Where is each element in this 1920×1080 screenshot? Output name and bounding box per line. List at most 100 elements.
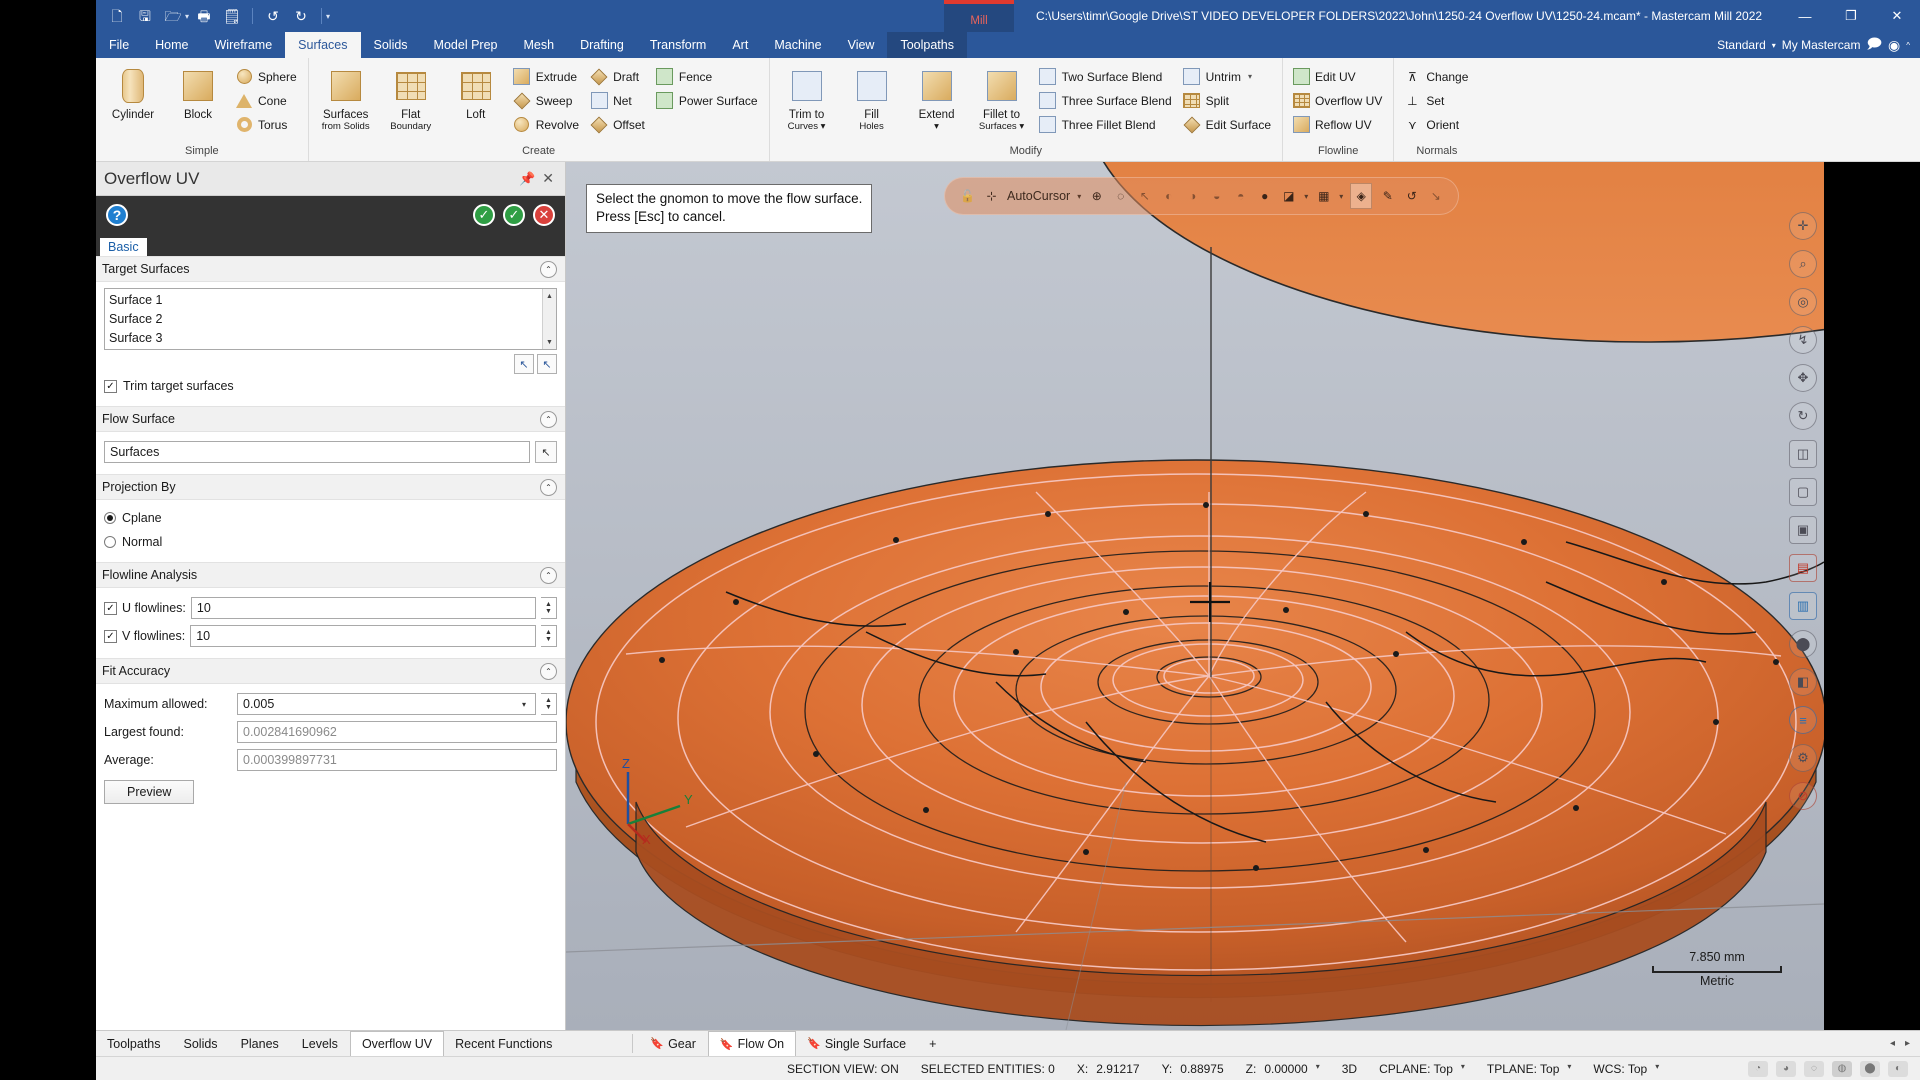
zoom-target-icon[interactable]: ◎ (1789, 288, 1817, 316)
fit-icon[interactable]: ✛ (1789, 212, 1817, 240)
apply-button[interactable]: ✓ (473, 204, 495, 226)
print-icon[interactable]: 🖶 (191, 4, 217, 28)
section-header-fit-accuracy[interactable]: Fit Accuracy ⌃ (96, 658, 565, 684)
isometric-icon[interactable]: ◫ (1789, 440, 1817, 468)
rotate-icon[interactable]: ↺ (1403, 188, 1420, 205)
list-item[interactable]: Surface 1 (109, 291, 556, 310)
chevron-up-icon-projection[interactable]: ⌃ (540, 478, 557, 496)
dynamic-rotate-icon[interactable]: ↻ (1789, 402, 1817, 430)
autocursor-dropdown-icon[interactable]: ▾ (1077, 192, 1081, 201)
normal-radio[interactable] (104, 536, 116, 548)
cone-button[interactable]: Cone (232, 89, 302, 112)
v-flowlines-input[interactable]: 10 (190, 625, 536, 647)
half-shaded-icon[interactable]: ◐ (1888, 1060, 1908, 1077)
edit-surface-button[interactable]: Edit Surface (1180, 113, 1276, 136)
extend-button[interactable]: Extend ▾ (906, 61, 968, 132)
reflow-uv-button[interactable]: Reflow UV (1289, 113, 1387, 136)
collapse-ribbon-icon[interactable]: ^ (1906, 41, 1910, 50)
cplane-status[interactable]: CPLANE: Top ▾ (1368, 1062, 1476, 1076)
intersection-icon[interactable]: ◑ (1184, 188, 1201, 205)
z-dropdown-icon[interactable]: ▾ (1316, 1062, 1320, 1076)
trim-target-surfaces-row[interactable]: ✓ Trim target surfaces (104, 374, 557, 398)
top-view-icon[interactable]: ▢ (1789, 478, 1817, 506)
tab-model-prep[interactable]: Model Prep (421, 32, 511, 58)
maximum-allowed-stepper[interactable]: ▲ ▼ (541, 693, 557, 715)
loft-button[interactable]: Loft (445, 61, 507, 122)
radio-row-cplane[interactable]: Cplane (104, 506, 557, 530)
pin-icon[interactable]: 📌 (512, 171, 542, 187)
set-normals-button[interactable]: ⊥ Set (1400, 89, 1473, 112)
tab-toolpaths[interactable]: Toolpaths (887, 32, 967, 58)
help-icon[interactable]: ◉ (1888, 37, 1900, 54)
torus-button[interactable]: Torus (232, 113, 302, 136)
power-surface-button[interactable]: Power Surface (653, 89, 763, 112)
nav-next-icon[interactable]: ▸ (1905, 1038, 1910, 1049)
tab-wireframe[interactable]: Wireframe (202, 32, 286, 58)
list-item[interactable]: Surface 3 (109, 329, 556, 348)
maximum-allowed-input[interactable]: 0.005 ▾ (237, 693, 536, 715)
grid-dropdown-icon[interactable]: ▾ (1339, 192, 1343, 201)
change-normals-button[interactable]: ⊼ Change (1400, 65, 1473, 88)
v-flowlines-stepper[interactable]: ▲ ▼ (541, 625, 557, 647)
bottom-tab-recent-functions[interactable]: Recent Functions (444, 1031, 564, 1056)
u-flowlines-stepper[interactable]: ▲ ▼ (541, 597, 557, 619)
no-entry-icon[interactable]: ⊘ (1789, 782, 1817, 810)
net-button[interactable]: Net (587, 89, 650, 112)
save-icon[interactable]: 🖫 (132, 4, 158, 28)
flow-surface-input[interactable]: Surfaces (104, 441, 530, 463)
chat-icon[interactable]: 🗩 (1866, 33, 1882, 57)
cplane-radio[interactable] (104, 512, 116, 524)
tab-mesh[interactable]: Mesh (510, 32, 567, 58)
tab-transform[interactable]: Transform (637, 32, 720, 58)
three-fillet-blend-button[interactable]: Three Fillet Blend (1036, 113, 1177, 136)
block-button[interactable]: Block (167, 61, 229, 122)
tplane-status[interactable]: TPLANE: Top ▾ (1476, 1062, 1583, 1076)
cancel-button[interactable]: ✕ (533, 204, 555, 226)
close-button[interactable]: ✕ (1874, 0, 1920, 32)
tab-machine[interactable]: Machine (761, 32, 834, 58)
wcs-status[interactable]: WCS: Top ▾ (1582, 1062, 1670, 1076)
scroll-down-icon[interactable]: ▼ (543, 335, 556, 349)
section-view-icon[interactable]: ◧ (1789, 668, 1817, 696)
section-header-flowline-analysis[interactable]: Flowline Analysis ⌃ (96, 562, 565, 588)
list-item[interactable]: Surface 2 (109, 310, 556, 329)
bottom-tab-gear[interactable]: 🔖 Gear (639, 1031, 708, 1056)
fence-button[interactable]: Fence (653, 65, 763, 88)
redo-icon[interactable]: ↻ (288, 4, 314, 28)
add-tab-button[interactable]: + (918, 1031, 948, 1056)
extrude-button[interactable]: Extrude (510, 65, 584, 88)
trim-to-curves-button[interactable]: Trim to Curves ▾ (776, 61, 838, 132)
bottom-tab-levels[interactable]: Levels (291, 1031, 350, 1056)
section-header-projection-by[interactable]: Projection By ⌃ (96, 474, 565, 500)
grid-icon[interactable]: ▦ (1315, 188, 1332, 205)
shaded-solid-icon[interactable]: ◍ (1832, 1060, 1852, 1077)
unzoom-icon[interactable]: ↯ (1789, 326, 1817, 354)
new-file-icon[interactable]: 🗋 (104, 4, 130, 28)
shaded-icon[interactable]: ⬤ (1789, 630, 1817, 658)
u-flowlines-input[interactable]: 10 (190, 597, 536, 619)
overflow-uv-button[interactable]: Overflow UV (1289, 89, 1387, 112)
config-dropdown-icon[interactable]: ▾ (1772, 41, 1776, 50)
v-flowlines-checkbox[interactable]: ✓ (104, 629, 117, 643)
edit-uv-button[interactable]: Edit UV (1289, 65, 1387, 88)
quadrant-icon[interactable]: ◒ (1208, 188, 1225, 205)
autocursor-toolbar[interactable]: 🔓 ⊹ AutoCursor ▾ ⊕ ◌ ↖ ◐ ◑ ◒ ◓ ● ◪ ▾ ▦ ▾… (944, 177, 1460, 215)
along-icon[interactable]: ● (1256, 188, 1273, 205)
section-header-target-surfaces[interactable]: Target Surfaces ⌃ (96, 256, 565, 282)
shaded-ball-icon[interactable]: ⬤ (1860, 1060, 1880, 1077)
deselect-surfaces-button[interactable]: ↖ (537, 354, 557, 374)
trim-target-surfaces-checkbox[interactable]: ✓ (104, 379, 117, 393)
ok-button[interactable]: ✓ (503, 204, 525, 226)
preview-button[interactable]: Preview (104, 780, 195, 804)
z-coordinate[interactable]: Z: 0.00000 ▾ (1235, 1062, 1331, 1076)
origin-icon[interactable]: ⊕ (1088, 188, 1105, 205)
customize-qat-icon[interactable]: ▾ (326, 12, 330, 21)
layers-icon[interactable]: ≡ (1789, 706, 1817, 734)
flow-surface-pick-button[interactable]: ↖ (535, 441, 557, 463)
tab-home[interactable]: Home (142, 32, 201, 58)
nearest-icon[interactable]: ◪ (1280, 188, 1297, 205)
radio-row-normal[interactable]: Normal (104, 530, 557, 554)
zoom-window-icon[interactable]: ⌕ (1789, 250, 1817, 278)
nav-prev-icon[interactable]: ◂ (1890, 1038, 1895, 1049)
flat-boundary-button[interactable]: Flat Boundary (380, 61, 442, 132)
